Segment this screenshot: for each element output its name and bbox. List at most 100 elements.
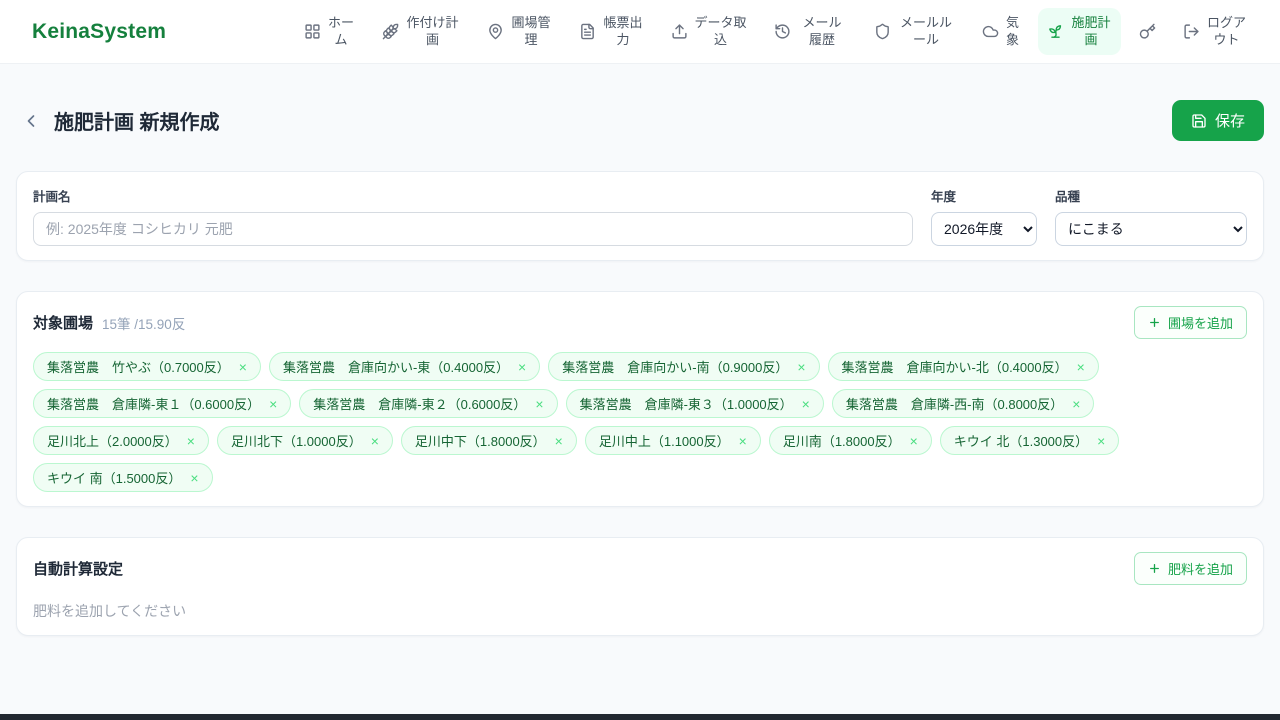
year-select[interactable]: 2026年度: [931, 212, 1037, 246]
close-icon[interactable]: ×: [269, 397, 277, 411]
chevron-left-icon: [27, 114, 35, 127]
nav-label: 帳票出力: [603, 14, 643, 47]
nav-label: 作付け計画: [406, 14, 459, 47]
field-tag-label: 足川南（1.8000反）: [782, 434, 901, 449]
save-button-label: 保存: [1214, 113, 1245, 130]
field-tag-label: 足川中上（1.1000反）: [598, 434, 730, 449]
close-icon[interactable]: ×: [739, 434, 747, 448]
nav-item-mail-rules[interactable]: メールルール: [865, 8, 964, 56]
close-icon[interactable]: ×: [1077, 360, 1085, 374]
field-tag-label: 集落営農 倉庫向かい-北（0.4000反）: [841, 360, 1068, 375]
sprout-icon: [1049, 25, 1062, 38]
plan-form-card: 計画名 年度 2026年度 品種 にこまる: [16, 171, 1264, 261]
close-icon[interactable]: ×: [1072, 397, 1080, 411]
nav-label: 気象: [1005, 14, 1019, 47]
close-icon[interactable]: ×: [1097, 434, 1105, 448]
nav-item-logout[interactable]: ログアウト: [1174, 8, 1256, 56]
nav-item-mail-history[interactable]: メール履歴: [765, 8, 856, 56]
grid-icon: [305, 24, 320, 39]
nav-label: 施肥計画: [1071, 14, 1111, 47]
history-icon: [775, 24, 790, 39]
nav-label: データ取込: [694, 14, 747, 47]
variety-label: 品種: [1055, 190, 1081, 204]
nav-item-weather[interactable]: 気象: [973, 8, 1029, 56]
plus-icon: [1150, 564, 1159, 573]
nav-label: ホーム: [327, 14, 354, 47]
page-header: 施肥計画 新規作成 保存: [0, 64, 1280, 141]
add-field-button-label: 圃場を追加: [1167, 316, 1233, 331]
field-tag: 集落営農 倉庫隣-東２（0.6000反） ×: [299, 389, 558, 418]
back-button[interactable]: [16, 106, 46, 136]
field-tag: 足川中下（1.8000反） ×: [400, 426, 577, 455]
nav-label: メール履歴: [802, 14, 842, 47]
save-button[interactable]: 保存: [1171, 100, 1264, 141]
field-tag-label: 集落営農 倉庫隣-東１（0.6000反）: [47, 397, 261, 412]
bottom-bar: [0, 714, 1280, 720]
target-fields-card: 対象圃場 15筆 /15.90反 圃場を追加 集落営農 竹やぶ（0.7000反）…: [16, 291, 1264, 507]
field-tag: 集落営農 倉庫向かい-東（0.4000反） ×: [268, 352, 541, 381]
nav-menu: ホーム 作付け計画 圃場管理 帳票出力 データ取込 メール履歴 メールルール 気…: [295, 7, 1256, 56]
field-tag-label: 集落営農 倉庫隣-東２（0.6000反）: [313, 397, 527, 412]
close-icon[interactable]: ×: [518, 360, 526, 374]
close-icon[interactable]: ×: [371, 434, 379, 448]
field-tag-label: 集落営農 倉庫向かい-南（0.9000反）: [562, 360, 789, 375]
plan-name-input[interactable]: [33, 212, 913, 246]
add-fertilizer-button-label: 肥料を追加: [1167, 562, 1233, 577]
field-tag: 集落営農 竹やぶ（0.7000反） ×: [33, 352, 261, 381]
nav-label: 圃場管理: [511, 14, 551, 47]
nav-item-planting-plan[interactable]: 作付け計画: [373, 8, 469, 56]
field-tag-label: 集落営農 竹やぶ（0.7000反）: [47, 360, 230, 375]
nav-item-home[interactable]: ホーム: [295, 8, 364, 56]
nav-item-key[interactable]: [1130, 16, 1165, 47]
close-icon[interactable]: ×: [555, 434, 563, 448]
field-tag: 集落営農 倉庫隣-東１（0.6000反） ×: [33, 389, 292, 418]
field-tag-label: キウイ 北（1.3000反）: [953, 434, 1089, 449]
field-tag-label: 集落営農 倉庫隣-東３（1.0000反）: [579, 397, 793, 412]
auto-calc-card: 自動計算設定 肥料を追加 肥料を追加してください: [16, 537, 1264, 636]
top-navigation: KeinaSystem ホーム 作付け計画 圃場管理 帳票出力 データ取込 メー…: [0, 0, 1280, 64]
key-icon: [1139, 23, 1156, 39]
field-tag-label: 足川北下（1.0000反）: [230, 434, 362, 449]
wheat-icon: [382, 23, 399, 40]
close-icon[interactable]: ×: [910, 434, 918, 448]
field-tag: 足川南（1.8000反） ×: [768, 426, 932, 455]
add-fertilizer-button[interactable]: 肥料を追加: [1133, 552, 1247, 585]
cloud-icon: [982, 25, 999, 38]
close-icon[interactable]: ×: [535, 397, 543, 411]
fields-count: 15筆 /15.90反: [102, 316, 186, 332]
nav-item-field-management[interactable]: 圃場管理: [478, 8, 561, 56]
close-icon[interactable]: ×: [802, 397, 810, 411]
field-tag: 足川中上（1.1000反） ×: [584, 426, 761, 455]
add-field-button[interactable]: 圃場を追加: [1133, 306, 1247, 339]
nav-item-fertilization-plan[interactable]: 施肥計画: [1038, 7, 1121, 56]
close-icon[interactable]: ×: [239, 360, 247, 374]
app-logo: KeinaSystem: [32, 19, 167, 43]
save-icon: [1192, 113, 1206, 128]
year-label: 年度: [931, 190, 957, 204]
close-icon[interactable]: ×: [187, 434, 195, 448]
logout-icon: [1184, 24, 1199, 39]
field-tag-label: 集落営農 倉庫隣-西-南（0.8000反）: [845, 397, 1064, 412]
plan-name-label: 計画名: [33, 190, 71, 204]
field-tag: 集落営農 倉庫隣-東３（1.0000反） ×: [565, 389, 824, 418]
auto-calc-title: 自動計算設定: [33, 561, 124, 578]
nav-item-report-output[interactable]: 帳票出力: [570, 8, 653, 56]
close-icon[interactable]: ×: [797, 360, 805, 374]
fertilizer-empty-text: 肥料を追加してください: [33, 603, 187, 619]
field-tag: 集落営農 倉庫向かい-南（0.9000反） ×: [548, 352, 820, 381]
nav-label: ログアウト: [1206, 14, 1246, 47]
nav-item-data-import[interactable]: データ取込: [662, 8, 756, 56]
file-text-icon: [581, 23, 594, 40]
close-icon[interactable]: ×: [190, 471, 198, 485]
page-title: 施肥計画 新規作成: [54, 112, 220, 134]
field-tag: 集落営農 倉庫隣-西-南（0.8000反） ×: [831, 389, 1095, 418]
field-tag-list: 集落営農 竹やぶ（0.7000反） × 集落営農 倉庫向かい-東（0.4000反）…: [33, 352, 1247, 492]
field-tag-label: 足川北上（2.0000反）: [47, 434, 178, 449]
upload-icon: [672, 24, 687, 39]
field-tag: キウイ 南（1.5000反） ×: [33, 463, 213, 492]
field-tag: 集落営農 倉庫向かい-北（0.4000反） ×: [827, 352, 1099, 381]
shield-icon: [876, 23, 889, 40]
fields-section-title: 対象圃場: [33, 315, 94, 332]
variety-select[interactable]: にこまる: [1055, 212, 1247, 246]
nav-label: メールルール: [899, 14, 952, 47]
